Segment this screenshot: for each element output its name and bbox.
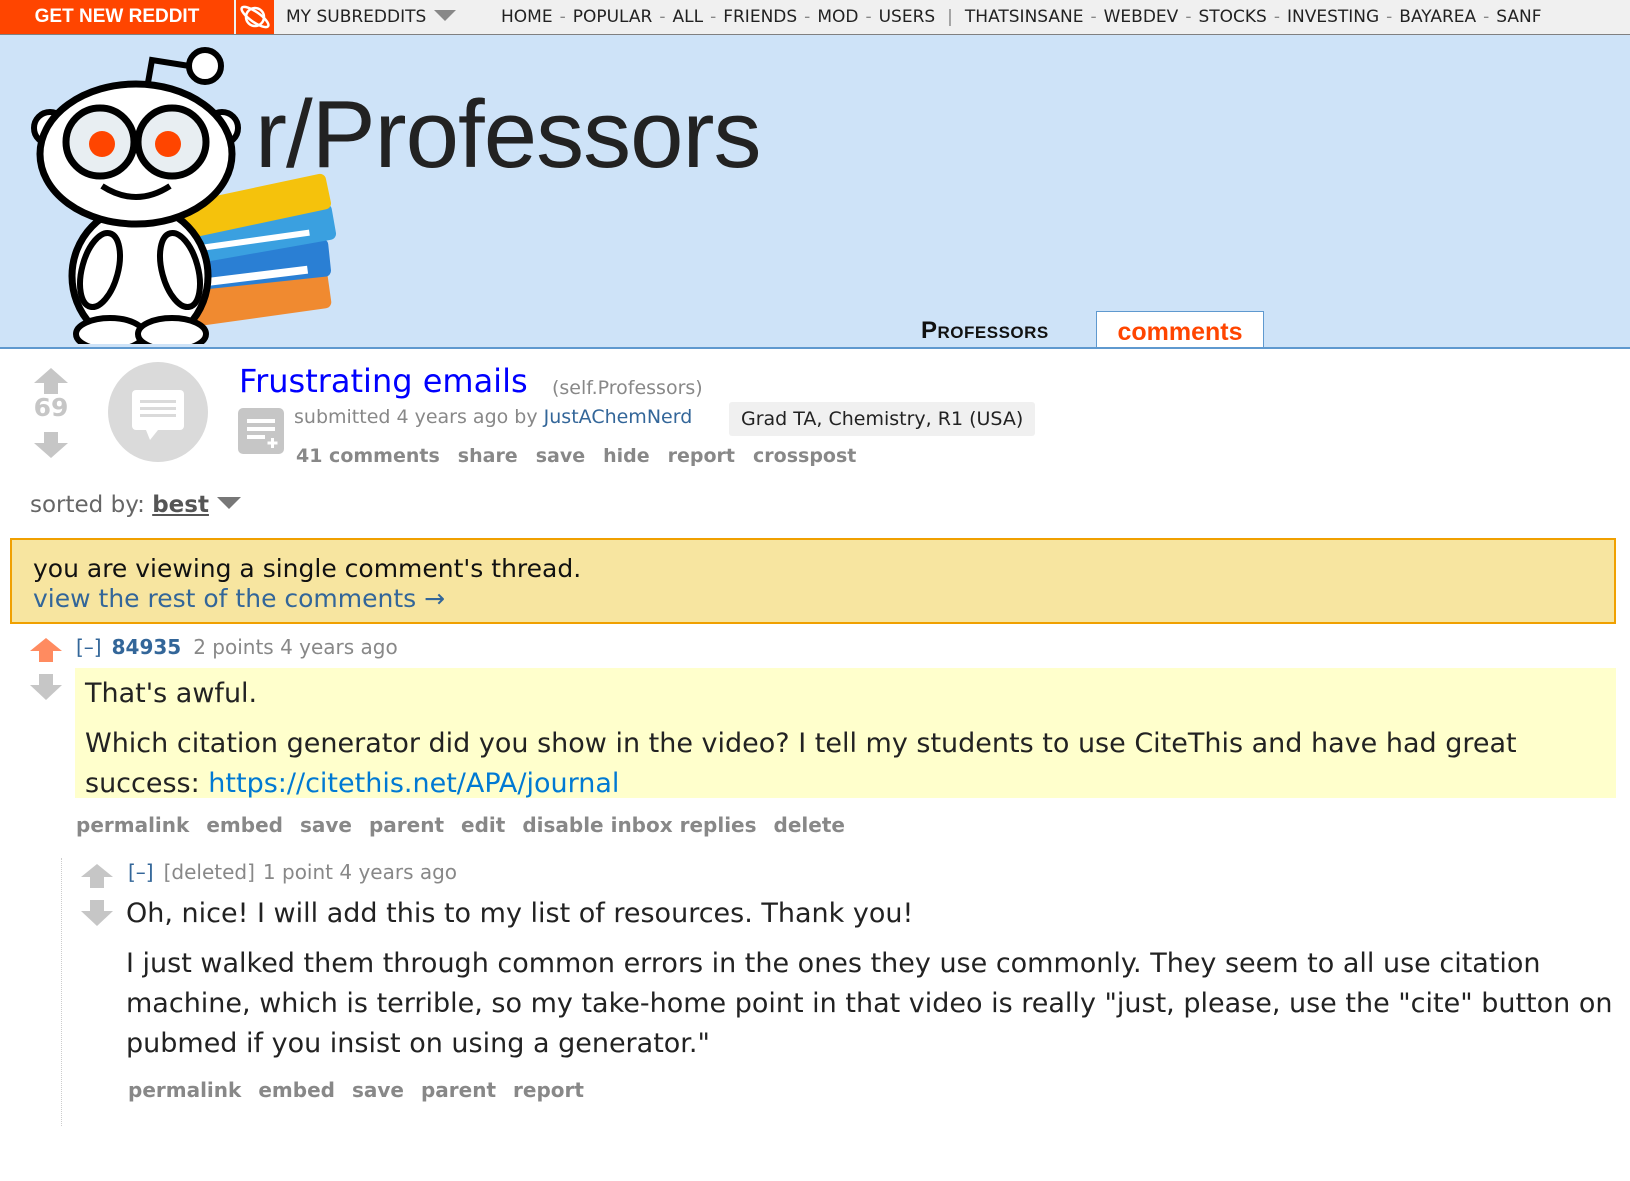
my-subreddits-label: MY SUBREDDITS: [286, 7, 427, 27]
sub-link-webdev[interactable]: WEBDEV: [1104, 7, 1179, 27]
post-domain[interactable]: (self.Professors): [552, 377, 703, 399]
post-author-link[interactable]: JustAChemNerd: [544, 406, 693, 428]
share-button[interactable]: share: [458, 445, 518, 467]
sub-link-sanf[interactable]: SANF: [1496, 7, 1541, 27]
downvote-icon: [81, 900, 113, 926]
comment-vote-controls: [81, 864, 113, 930]
sort-value[interactable]: best: [152, 492, 209, 518]
nav-link-users[interactable]: USERS: [879, 7, 936, 27]
report-button[interactable]: report: [513, 1078, 584, 1102]
post-title[interactable]: Frustrating emails: [239, 362, 528, 400]
sort-label: sorted by:: [30, 492, 153, 518]
upvote-icon: [30, 638, 62, 662]
chevron-down-icon[interactable]: [216, 497, 241, 509]
self-post-thumbnail[interactable]: [108, 362, 208, 462]
downvote-icon: [30, 674, 62, 700]
crosspost-button[interactable]: crosspost: [753, 445, 856, 467]
hide-button[interactable]: hide: [603, 445, 650, 467]
post-buttons: 41 comments share save hide report crosspost: [296, 445, 874, 467]
comment-buttons: permalink embed save parent report: [128, 1078, 601, 1102]
sub-link-investing[interactable]: INVESTING: [1287, 7, 1379, 27]
separator: -: [1386, 7, 1393, 27]
nav-link-home[interactable]: HOME: [501, 7, 553, 27]
save-button[interactable]: save: [536, 445, 585, 467]
separator: -: [559, 7, 566, 27]
comment-author-deleted: [deleted]: [163, 860, 255, 884]
comment-paragraph: I just walked them through common errors…: [126, 948, 1613, 1059]
subreddit-header: r/Professors Professors comments: [0, 35, 1630, 349]
save-button[interactable]: save: [352, 1078, 404, 1102]
tab-subreddit[interactable]: Professors: [921, 317, 1049, 345]
nav-link-friends[interactable]: FRIENDS: [723, 7, 797, 27]
parent-button[interactable]: parent: [421, 1078, 496, 1102]
collapse-toggle[interactable]: [–]: [128, 860, 154, 884]
separator: -: [1273, 7, 1280, 27]
citethis-link[interactable]: https://citethis.net/APA/journal: [208, 768, 619, 799]
chevron-down-icon: [434, 10, 457, 21]
comment-tagline: [–] [deleted] 1 point 4 years ago: [128, 860, 457, 884]
edit-button[interactable]: edit: [461, 813, 505, 837]
separator: -: [659, 7, 666, 27]
separator: -: [865, 7, 872, 27]
separator: -: [804, 7, 811, 27]
disable-inbox-replies-button[interactable]: disable inbox replies: [522, 813, 756, 837]
planet-icon[interactable]: [236, 0, 274, 34]
sub-link-bayarea[interactable]: BAYAREA: [1399, 7, 1476, 27]
permalink-button[interactable]: permalink: [128, 1078, 241, 1102]
expand-selftext-icon[interactable]: [238, 408, 284, 458]
separator: -: [1185, 7, 1192, 27]
tab-comments[interactable]: comments: [1096, 311, 1264, 347]
thread-line: [61, 858, 62, 1126]
author-flair: Grad TA, Chemistry, R1 (USA): [729, 402, 1036, 436]
comment-meta: 2 points 4 years ago: [193, 635, 398, 659]
divider: |: [947, 7, 953, 27]
embed-button[interactable]: embed: [258, 1078, 335, 1102]
sub-link-thatsinsane[interactable]: THATSINSANE: [965, 7, 1084, 27]
my-subreddits-dropdown[interactable]: MY SUBREDDITS: [286, 0, 457, 34]
upvote-icon: [34, 368, 68, 394]
view-rest-comments-link[interactable]: view the rest of the comments →: [33, 584, 445, 613]
sort-selector[interactable]: sorted by: best: [30, 492, 241, 518]
comment-paragraph: That's awful.: [85, 678, 258, 709]
comment-author-link[interactable]: 84935: [112, 635, 182, 659]
separator: -: [710, 7, 717, 27]
save-button[interactable]: save: [300, 813, 352, 837]
post-score: 69: [33, 393, 69, 422]
infobar-message: you are viewing a single comment's threa…: [33, 554, 582, 583]
subreddit-title[interactable]: r/Professors: [255, 87, 761, 183]
upvote-icon: [81, 864, 113, 888]
nav-link-popular[interactable]: POPULAR: [573, 7, 653, 27]
comment-buttons: permalink embed save parent edit disable inbo…: [76, 813, 862, 837]
submitted-text: submitted 4 years ago by: [294, 406, 544, 428]
comments-link[interactable]: 41 comments: [296, 445, 440, 467]
comment-vote-controls: [30, 638, 62, 704]
embed-button[interactable]: embed: [206, 813, 283, 837]
post-tagline: submitted 4 years ago by JustAChemNerd: [294, 406, 692, 428]
get-new-reddit-button[interactable]: GET NEW REDDIT: [0, 0, 234, 34]
top-bar: GET NEW REDDIT MY SUBREDDITS HOME - POPULA…: [0, 0, 1630, 35]
comment-tagline: [–] 84935 2 points 4 years ago: [76, 635, 398, 659]
nav-link-all[interactable]: ALL: [673, 7, 704, 27]
downvote-icon: [34, 432, 68, 458]
comment-body: That's awful. Which citation generator d…: [75, 668, 1616, 799]
comment-paragraph: Oh, nice! I will add this to my list of …: [126, 898, 914, 929]
nav-links: HOME - POPULAR - ALL - FRIENDS - MOD - USERS | THATS…: [501, 0, 1542, 34]
nav-link-mod[interactable]: MOD: [817, 7, 858, 27]
comment-meta: 1 point 4 years ago: [262, 860, 458, 884]
parent-button[interactable]: parent: [369, 813, 444, 837]
separator: -: [1090, 7, 1097, 27]
single-thread-infobar: you are viewing a single comment's threa…: [10, 538, 1616, 624]
comment-paragraph: Which citation generator did you show in…: [85, 724, 1606, 804]
sub-link-stocks[interactable]: STOCKS: [1198, 7, 1266, 27]
report-button[interactable]: report: [668, 445, 735, 467]
separator: -: [1483, 7, 1490, 27]
comment-body: Oh, nice! I will add this to my list of …: [126, 894, 1616, 1064]
permalink-button[interactable]: permalink: [76, 813, 189, 837]
collapse-toggle[interactable]: [–]: [76, 635, 102, 659]
delete-button[interactable]: delete: [774, 813, 845, 837]
